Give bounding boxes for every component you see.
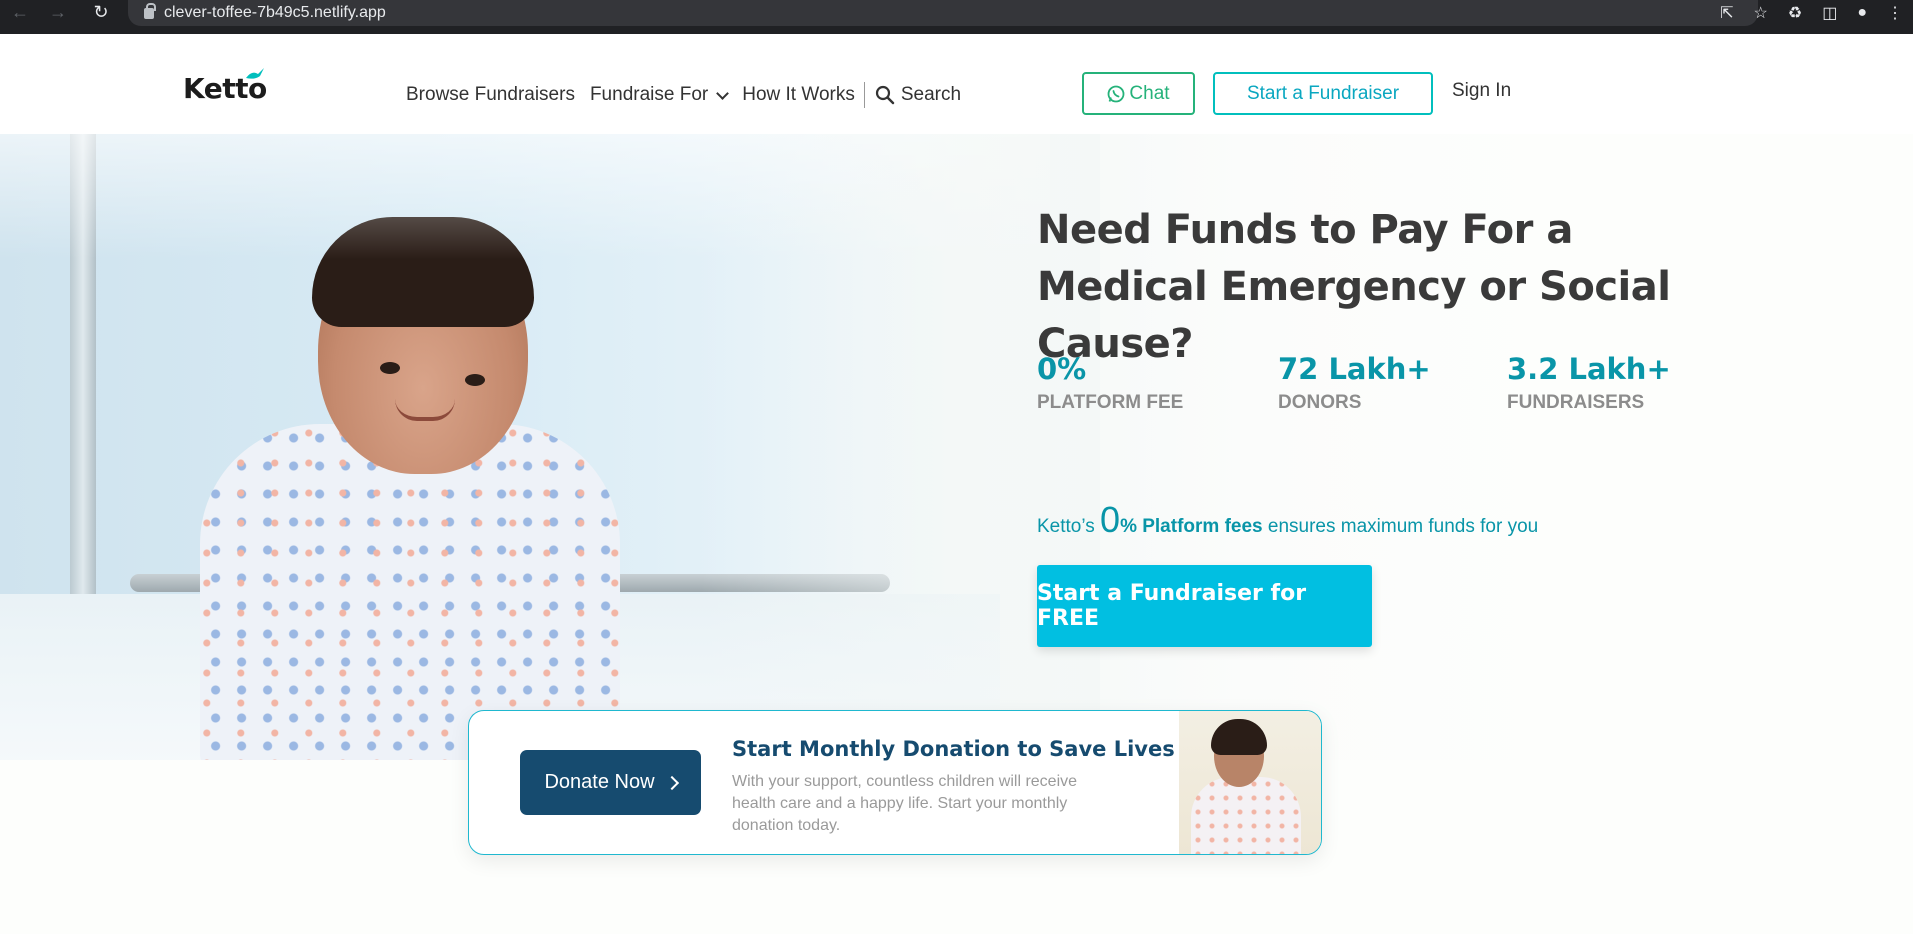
main-nav: Browse Fundraisers Fundraise For How It … bbox=[406, 82, 976, 108]
monthly-donation-card: Donate Now Start Monthly Donation to Sav… bbox=[468, 710, 1322, 855]
chat-button-label: Chat bbox=[1129, 82, 1170, 104]
stat-value: 0% bbox=[1037, 352, 1087, 386]
start-fundraiser-free-button[interactable]: Start a Fundraiser for FREE bbox=[1037, 565, 1372, 647]
fee-tagline: Ketto’s 0% Platform fees ensures maximum… bbox=[1037, 499, 1538, 541]
sign-in-link[interactable]: Sign In bbox=[1452, 80, 1511, 102]
address-bar[interactable]: clever-toffee-7b49c5.netlify.app bbox=[128, 0, 1758, 26]
stat-fundraisers: 3.2 Lakh+ FUNDRAISERS bbox=[1507, 352, 1671, 414]
donation-card-description: With your support, countless children wi… bbox=[732, 773, 1078, 834]
star-icon[interactable]: ☆ bbox=[1754, 3, 1768, 23]
menu-icon[interactable]: ⋮ bbox=[1887, 3, 1903, 23]
fee-prefix: Ketto’s bbox=[1037, 516, 1095, 537]
chevron-down-icon bbox=[716, 86, 730, 100]
stat-value: 72 Lakh+ bbox=[1278, 352, 1431, 386]
browser-actions: ⇱ ☆ ♻ ◫ ● ⋮ bbox=[1720, 0, 1903, 26]
reload-icon[interactable]: ↻ bbox=[89, 0, 113, 24]
donation-card-child-image bbox=[1179, 711, 1321, 854]
search-icon bbox=[875, 85, 895, 105]
fee-big-zero: 0 bbox=[1100, 499, 1121, 540]
stat-platform-fee: 0% PLATFORM FEE bbox=[1037, 352, 1183, 414]
chat-button[interactable]: Chat bbox=[1082, 72, 1195, 115]
nav-search-label: Search bbox=[900, 84, 962, 105]
fee-suffix: ensures maximum funds for you bbox=[1267, 516, 1539, 537]
url-text: clever-toffee-7b49c5.netlify.app bbox=[164, 4, 386, 21]
page: Ketto Browse Fundraisers Fundraise For H… bbox=[0, 34, 1913, 934]
share-icon[interactable]: ⇱ bbox=[1720, 3, 1733, 23]
forward-icon[interactable]: → bbox=[46, 0, 70, 24]
start-fundraiser-button[interactable]: Start a Fundraiser bbox=[1213, 72, 1433, 115]
nav-how-it-works[interactable]: How It Works bbox=[742, 84, 855, 106]
hero-title: Need Funds to Pay For a Medical Emergenc… bbox=[1037, 207, 1671, 367]
whatsapp-icon bbox=[1108, 85, 1125, 102]
stat-label: PLATFORM FEE bbox=[1037, 392, 1184, 413]
browser-chrome: ← → ↻ clever-toffee-7b49c5.netlify.app ⇱… bbox=[0, 0, 1913, 34]
back-icon[interactable]: ← bbox=[8, 0, 32, 24]
nav-divider bbox=[863, 82, 865, 108]
donate-now-label: Donate Now bbox=[544, 771, 655, 793]
profile-icon[interactable]: ● bbox=[1857, 4, 1867, 22]
stat-donors: 72 Lakh+ DONORS bbox=[1278, 352, 1431, 414]
fee-bold: % Platform fees bbox=[1120, 516, 1263, 537]
nav-fundraise-for-label: Fundraise For bbox=[589, 84, 709, 105]
nav-fundraise-for[interactable]: Fundraise For bbox=[589, 84, 730, 106]
stat-label: DONORS bbox=[1278, 392, 1362, 413]
chevron-right-icon bbox=[664, 775, 679, 790]
donation-card-title: Start Monthly Donation to Save Lives bbox=[732, 737, 1175, 761]
stat-label: FUNDRAISERS bbox=[1507, 392, 1645, 413]
nav-search[interactable]: Search bbox=[875, 84, 961, 106]
stat-value: 3.2 Lakh+ bbox=[1507, 352, 1671, 386]
nav-browse-fundraisers[interactable]: Browse Fundraisers bbox=[406, 84, 575, 106]
donate-now-button[interactable]: Donate Now bbox=[520, 750, 701, 815]
site-header: Ketto Browse Fundraisers Fundraise For H… bbox=[0, 34, 1913, 134]
bird-icon bbox=[246, 68, 264, 79]
lock-icon[interactable] bbox=[144, 2, 156, 19]
extensions-icon[interactable]: ♻ bbox=[1788, 3, 1802, 23]
sidepanel-icon[interactable]: ◫ bbox=[1822, 3, 1837, 23]
